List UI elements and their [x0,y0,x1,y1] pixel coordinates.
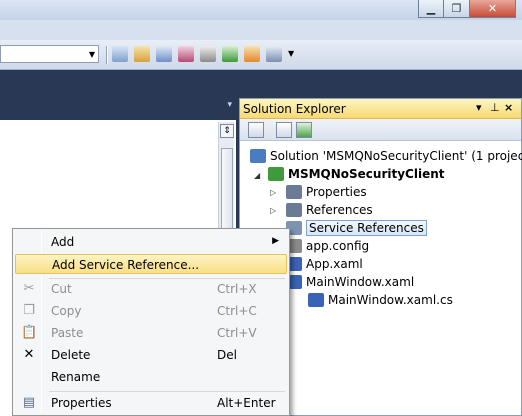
tree-node-mainwindow-xaml[interactable]: MainWindow.xaml [286,273,414,291]
copy-icon: ❐ [23,303,35,318]
tree-node-project[interactable]: MSMQNoSecurityClient [268,165,445,183]
splitter-icon[interactable]: ⇕ [220,124,234,138]
scissors-icon: ✂ [23,281,35,296]
menu-item-add[interactable]: Add ▶ [15,232,287,252]
properties-window-icon[interactable] [134,46,150,62]
solution-config-combo[interactable]: ▼ [0,45,99,63]
submenu-arrow-icon: ▶ [272,236,279,246]
references-icon [286,203,302,217]
menu-item-cut[interactable]: ✂ Cut Ctrl+X [15,279,287,299]
minimize-button[interactable]: ▁ [418,0,444,18]
delete-x-icon: ✕ [23,347,35,362]
chevron-down-icon[interactable]: ▾ [476,101,482,114]
tools-icon[interactable] [200,46,216,62]
class-view-icon[interactable] [244,46,260,62]
window-title-bar: ▁ ❐ ✕ [0,0,522,20]
menu-separator [49,391,285,392]
find-icon[interactable] [112,46,128,62]
solution-explorer-toolbar [240,119,521,141]
menu-item-add-service-reference[interactable]: Add Service Reference... [15,254,287,274]
menu-item-copy[interactable]: ❐ Copy Ctrl+C [15,301,287,321]
chevron-down-icon[interactable]: ▼ [288,49,298,65]
tree-node-app-config[interactable]: app.config [286,237,369,255]
tree-node-references[interactable]: References [286,201,373,219]
tree-node-service-references[interactable]: Service References [286,219,427,237]
tree-node-solution[interactable]: Solution 'MSMQNoSecurityClient' (1 proje… [250,147,522,165]
menu-item-paste[interactable]: 📋 Paste Ctrl+V [15,323,287,343]
expand-triangle-icon[interactable]: ▷ [270,206,276,215]
tree-node-mainwindow-xaml-cs[interactable]: MainWindow.xaml.cs [308,291,453,309]
context-menu: Add ▶ Add Service Reference... ✂ Cut Ctr… [12,228,290,416]
chevron-down-icon[interactable]: ▾ [227,100,232,110]
object-browser-icon[interactable] [156,46,172,62]
menu-item-properties[interactable]: ▤ Properties Alt+Enter [15,393,287,413]
cs-file-icon [308,293,324,307]
expand-triangle-icon[interactable]: ▷ [270,188,276,197]
refresh-icon[interactable] [296,122,312,138]
menu-bar-area [0,20,522,40]
restore-button[interactable]: ❐ [444,0,470,18]
pin-icon[interactable]: ⊥ [490,101,500,114]
properties-icon [286,185,302,199]
solution-explorer-title-bar: Solution Explorer ▾ ⊥ × [240,99,521,119]
close-icon[interactable]: × [504,101,513,114]
command-window-icon[interactable] [266,46,282,62]
tree-node-properties[interactable]: Properties [286,183,367,201]
properties-icon: ▤ [22,395,36,410]
menu-item-rename[interactable]: Rename [15,367,287,387]
toolbox-icon[interactable] [178,46,194,62]
panel-title: Solution Explorer [243,102,346,116]
close-window-button[interactable]: ✕ [470,0,516,18]
show-all-files-icon[interactable] [276,122,292,138]
start-page-icon[interactable] [222,46,238,62]
collapse-triangle-icon[interactable]: ◢ [254,171,260,180]
csharp-project-icon [268,167,284,181]
paste-icon: 📋 [21,325,38,340]
tree-node-app-xaml[interactable]: App.xaml [286,255,363,273]
document-tab-strip: ▾ [0,94,238,116]
chevron-down-icon[interactable]: ▼ [86,46,98,62]
solution-icon [250,149,266,163]
menu-item-delete[interactable]: ✕ Delete Del [15,345,287,365]
properties-icon[interactable] [248,122,264,138]
toolbar-separator [106,46,108,64]
